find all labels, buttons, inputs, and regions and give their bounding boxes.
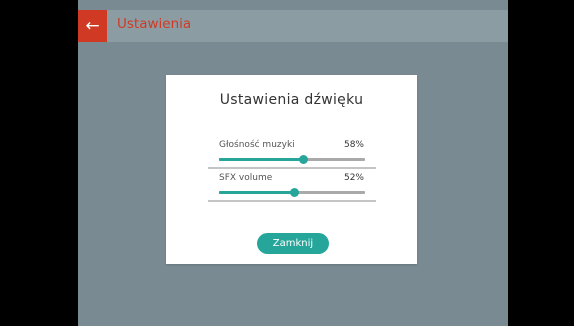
music-volume-value: 58% <box>343 140 364 150</box>
music-volume-label: Głośność muzyki <box>219 140 295 150</box>
sfx-volume-fill <box>219 191 295 194</box>
sfx-volume-value: 52% <box>343 173 364 183</box>
back-button[interactable]: ← <box>78 10 107 42</box>
app-screen: ← Ustawienia Ustawienia dźwięku Głośność… <box>78 0 508 326</box>
sfx-volume-thumb[interactable] <box>290 188 300 197</box>
music-volume-setting: Głośność muzyki 58% <box>208 140 376 172</box>
sfx-volume-slider[interactable] <box>219 188 365 197</box>
arrow-left-icon: ← <box>85 16 100 36</box>
divider <box>208 200 376 202</box>
music-volume-fill <box>219 158 304 161</box>
close-button[interactable]: Zamknij <box>257 233 329 254</box>
music-volume-thumb[interactable] <box>299 155 309 164</box>
page-title: Ustawienia <box>117 16 192 32</box>
music-volume-slider[interactable] <box>219 155 365 164</box>
dialog-title: Ustawienia dźwięku <box>219 92 364 108</box>
top-bar: ← Ustawienia <box>78 10 508 42</box>
sound-settings-dialog: Ustawienia dźwięku Głośność muzyki 58% S… <box>166 75 417 264</box>
divider <box>208 167 376 169</box>
sfx-volume-setting: SFX volume 52% <box>208 173 376 205</box>
sfx-volume-label: SFX volume <box>219 173 273 183</box>
